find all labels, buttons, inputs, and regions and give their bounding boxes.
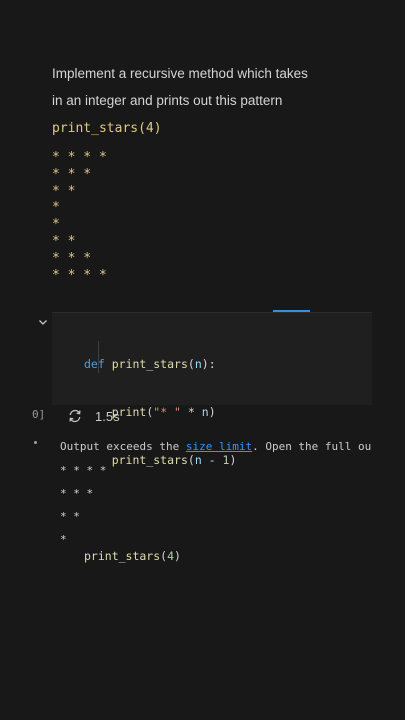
pattern-line: * * * [52,166,92,182]
keyword-def: def [84,357,105,371]
call-arg: 4 [167,549,175,563]
markdown-cell: Implement a recursive method which takes… [52,60,392,284]
pattern-line: * [52,200,60,216]
code-line-3: print_stars(n - 1) [111,453,237,467]
output-line: * [60,533,67,546]
param-ref: n [194,453,202,467]
code-line-1: def print_stars(n): [84,357,216,371]
markdown-inline-code: print_stars(4) [52,121,162,136]
pattern-line: * [52,217,60,233]
output-msg-suffix: . Open the full output data in a text ed… [252,440,372,453]
output-msg-prefix: Output exceeds the [60,440,186,453]
string-literal: "* " [153,405,181,419]
code-line-5: print_stars(4) [84,549,181,563]
pattern-line: * * [52,233,76,249]
chevron-down-icon[interactable] [37,316,49,328]
output-line: * * * [60,487,94,500]
star-pattern: * * * * * * * * * * * * * * * * * * * * [52,150,392,284]
markdown-line-1: Implement a recursive method which takes [52,66,308,81]
execution-duration: 1.5s [95,409,120,424]
output-truncation-message: Output exceeds the size limit. Open the … [60,440,372,453]
recursive-call: print_stars [111,453,188,467]
function-name: print_stars [111,357,188,371]
output-line: * * [60,510,80,523]
markdown-line-2: in an integer and prints out this patter… [52,93,283,108]
param-ref: n [201,405,209,419]
param-name: n [194,357,202,371]
output-bullet [34,441,37,444]
pattern-line: * * * [52,250,92,266]
pattern-line: * * [52,183,76,199]
sync-icon [69,409,81,423]
size-limit-link[interactable]: size limit [186,440,252,453]
pattern-line: * * * * [52,267,107,283]
execution-count: 0] [32,408,46,421]
output-line: * * * * [60,464,107,477]
cell-output: * * * * * * * * * * [60,464,106,556]
pattern-line: * * * * [52,150,107,165]
